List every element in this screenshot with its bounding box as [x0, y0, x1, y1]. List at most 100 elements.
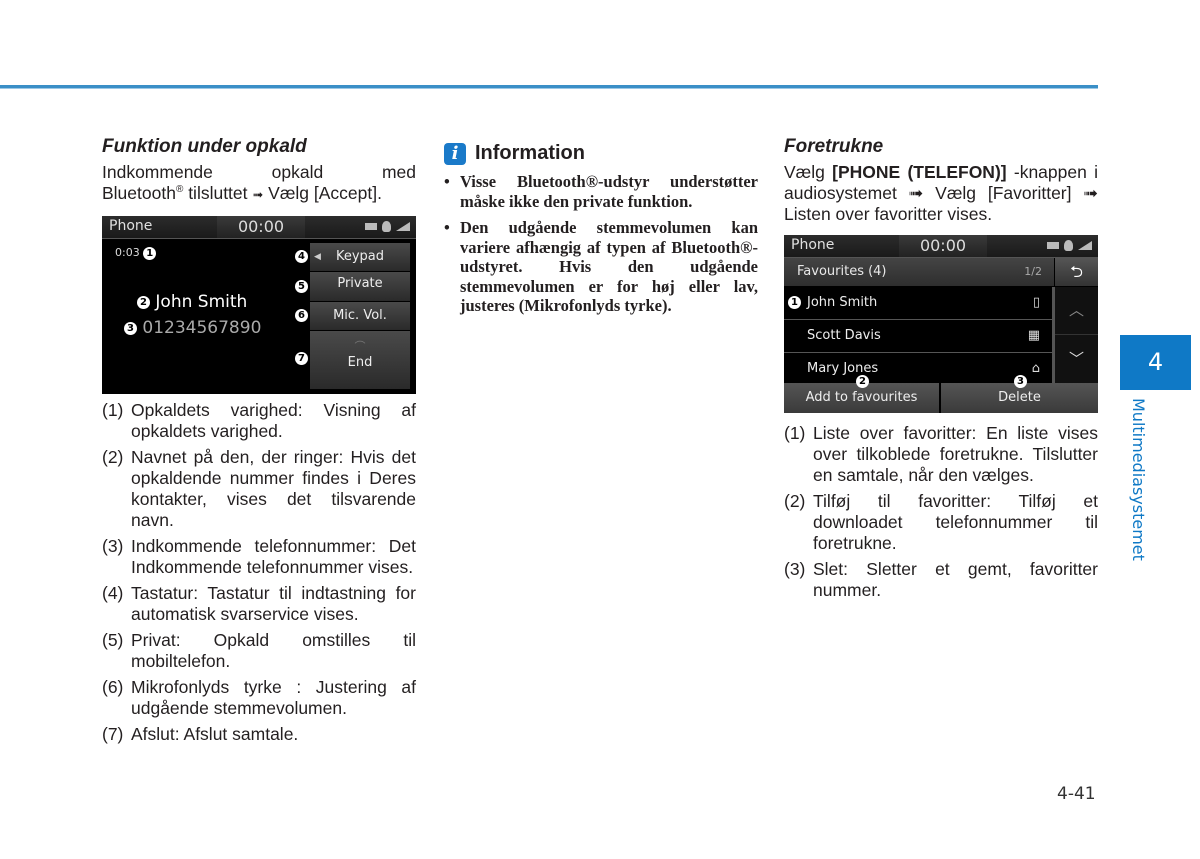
callout-badge: 1 [788, 296, 801, 309]
home-icon: ⌂ [1031, 361, 1040, 376]
item-text: Afslut: Afslut samtale. [131, 724, 299, 744]
list-item: (3) Slet: Sletter et gemt, favoritter num… [784, 559, 1098, 601]
battery-icon [1047, 242, 1059, 249]
column-call-functions: Funktion under opkald Indkommende opkald… [102, 136, 416, 750]
keypad-button[interactable]: ◀ Keypad [310, 243, 410, 272]
callout-badge: 4 [295, 250, 308, 263]
call-screen: Phone 00:00 0:03 1 2 John Smith 3 012345… [102, 216, 416, 394]
clock: 00:00 [899, 235, 987, 257]
bullet-text: Visse Bluetooth®-udstyr understøtter mås… [460, 172, 758, 211]
favourite-row[interactable]: Scott Davis ▦ [784, 320, 1052, 353]
intro-text: Vælg [Accept]. [263, 183, 382, 203]
clock: 00:00 [217, 216, 305, 238]
callout-list: (1) Opkaldets varighed: Visning af opkald… [102, 400, 416, 745]
item-number: (2) [784, 491, 806, 511]
caller-name-value: John Smith [155, 292, 248, 312]
favourite-row[interactable]: 1 John Smith ▯ [784, 287, 1052, 320]
signal-icon [1078, 241, 1092, 250]
item-number: (1) [102, 400, 124, 420]
mic-volume-button[interactable]: Mic. Vol. [310, 302, 410, 331]
button-label: Keypad [335, 249, 385, 264]
list-item: (1) Opkaldets varighed: Visning af opkald… [102, 400, 416, 442]
delete-button[interactable]: 3 Delete [941, 375, 1098, 413]
contact-name: John Smith [807, 295, 878, 310]
page-indicator: 1/2 [1024, 265, 1042, 278]
info-bullet: • Den udgående stemmevolumen kan variere … [444, 218, 758, 316]
item-text: Mikrofonlyds tyrke : Justering af udgåen… [131, 677, 416, 718]
intro-text: tilsluttet [183, 183, 253, 203]
end-call-button[interactable]: ⌒ End [310, 331, 410, 390]
bullet-text: Den udgående stemmevolumen kan variere a… [460, 218, 758, 315]
item-number: (6) [102, 677, 124, 697]
favourites-header: Favourites (4) 1/2 [784, 258, 1054, 286]
intro-line-1: Indkommende opkald med [102, 162, 416, 182]
callout-badge: 2 [137, 295, 150, 309]
callout-list: (1) Liste over favoritter: En liste vises… [784, 423, 1098, 601]
list-item: (4) Tastatur: Tastatur til indtastning fo… [102, 583, 416, 625]
scroll-down-button[interactable]: ﹀ [1055, 335, 1098, 383]
chapter-tab: 4 [1120, 335, 1191, 390]
back-button[interactable]: ⮌ [1055, 258, 1098, 286]
section-heading: Funktion under opkald [102, 136, 307, 157]
status-bar: Phone 00:00 [102, 216, 416, 239]
button-label: Delete [998, 390, 1041, 405]
bluetooth-audio-icon [1064, 240, 1073, 251]
list-item: (5) Privat: Opkald omstilles til mobiltel… [102, 630, 416, 672]
handset-icon [382, 221, 391, 232]
callout-badge: 3 [124, 321, 137, 335]
mobile-phone-icon: ▯ [1032, 295, 1040, 310]
office-icon: ▦ [1027, 328, 1040, 343]
chevron-down-icon: ﹀ [1068, 350, 1084, 368]
status-bar: Phone 00:00 [784, 235, 1098, 258]
column-favourites: Foretrukne Vælg [PHONE (TELEFON)] -knapp… [784, 136, 1098, 606]
button-label: Add to favourites [805, 390, 918, 405]
scroll-up-button[interactable]: ︿ [1055, 287, 1098, 335]
callout-badge: 7 [295, 352, 308, 365]
section-heading: Foretrukne [784, 136, 884, 157]
header-rule [0, 85, 1098, 89]
button-label: End [347, 355, 373, 370]
favourites-intro: Vælg [PHONE (TELEFON)] -knappen i audios… [784, 162, 1098, 225]
item-text: Opkaldets varighed: Visning af opkaldets… [131, 400, 416, 441]
favourite-row[interactable]: Mary Jones ⌂ [784, 353, 1052, 383]
item-number: (5) [102, 630, 124, 650]
add-to-favourites-button[interactable]: 2 Add to favourites [784, 375, 939, 413]
back-arrow-icon: ⮌ [1070, 262, 1083, 281]
contact-name: Mary Jones [807, 361, 879, 376]
information-title: Information [475, 142, 585, 164]
screen-title: Phone [109, 218, 153, 234]
signal-icon [396, 222, 410, 231]
callout-badge: 3 [1014, 375, 1027, 388]
list-item: (1) Liste over favoritter: En liste vises… [784, 423, 1098, 486]
call-duration: 0:03 1 [115, 246, 157, 260]
battery-icon [365, 223, 377, 230]
item-number: (4) [102, 583, 124, 603]
bullet-icon: • [444, 218, 450, 237]
callout-badge: 5 [295, 280, 308, 293]
list-item: (2) Tilføj til favoritter: Tilføj et down… [784, 491, 1098, 554]
favourites-screen: Phone 00:00 Favourites (4) 1/2 ⮌ 1 John … [784, 235, 1098, 413]
chapter-label: Multimediasystemet [1129, 398, 1148, 561]
item-text: Privat: Opkald omstilles til mobiltelefo… [131, 630, 416, 671]
callout-badge: 2 [856, 375, 869, 388]
list-item: (7) Afslut: Afslut samtale. [102, 724, 416, 745]
contact-name: Scott Davis [807, 328, 881, 343]
caller-number: 3 01234567890 [124, 318, 261, 338]
list-item: (2) Navnet på den, der ringer: Hvis det o… [102, 447, 416, 531]
hang-up-icon: ⌒ [354, 340, 366, 353]
item-text: Liste over favoritter: En liste vises ov… [813, 423, 1098, 485]
item-number: (1) [784, 423, 806, 443]
arrow-icon: ➟ [252, 187, 264, 202]
duration-value: 0:03 [115, 246, 140, 259]
callout-badge: 1 [143, 246, 157, 260]
information-list: • Visse Bluetooth®-udstyr understøtter må… [444, 172, 758, 316]
item-number: (3) [784, 559, 806, 579]
intro-text: Bluetooth [102, 183, 176, 203]
callout-badge: 6 [295, 309, 308, 322]
screen-title: Phone [791, 237, 835, 253]
information-box: i Information • Visse Bluetooth®-udstyr u… [444, 136, 758, 323]
item-text: Slet: Sletter et gemt, favoritter nummer… [813, 559, 1098, 600]
favourites-title: Favourites (4) [797, 264, 887, 279]
phone-button-reference: [PHONE (TELEFON)] [832, 162, 1007, 182]
private-button[interactable]: Private [310, 272, 410, 302]
